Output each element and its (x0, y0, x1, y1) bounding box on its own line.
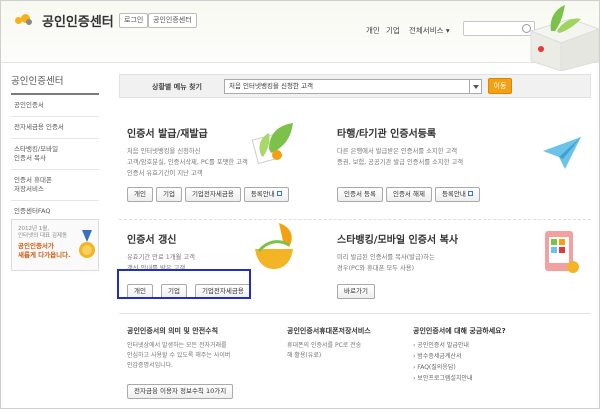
nav-personal[interactable]: 개인 (366, 25, 380, 36)
desc-line: 휴대폰의 인증서를 PC로 전송 (287, 342, 362, 349)
promo-banner[interactable]: 2012년 1월, 인터넷의 대표 김제동 공인인증서가 새롭게 다가옵니다. (11, 219, 99, 271)
guide-label: 등록안내 (250, 190, 275, 198)
bottom-safety: 공인인증서의 의미 및 안전수칙 인터넷상에서 발생하는 모든 전자거래를 안심… (127, 326, 277, 399)
go-button[interactable]: 이동 (488, 78, 512, 94)
logo[interactable]: 공인인증센터 (15, 11, 114, 30)
safety-rules-button[interactable]: 전자금융 이용자 정보수칙 10가지 (127, 384, 234, 399)
situation-label: 상황별 메뉴 찾기 (152, 83, 202, 91)
box-plant-decoration (529, 5, 599, 71)
banner-subtext: 2012년 1월, 인터넷의 대표 김제동 (18, 226, 68, 239)
bottom-faq: 공인인증서에 대해 궁금하세요? › 공인인증서 발급안내 › 범수증세금계산서… (413, 326, 583, 384)
left-nav-title: 공인인증센터 (11, 73, 99, 95)
card-copy-title: 스타뱅킹/모바일 인증서 복사 (337, 235, 459, 246)
center-button[interactable]: 공인인증센터 (148, 13, 197, 28)
header: 공인인증센터 로그인 공인인증센터 개인 기업 전체서비스 ▾ (1, 1, 599, 71)
left-nav-item[interactable]: 스타뱅킹/모바일 인증서 복사 (11, 139, 99, 170)
mobile-phone-illustration (545, 231, 579, 273)
card-other-desc: 다른 은행에서 발급받은 인증서를 소지한 고객 증권, 보험, 공공기관 발급… (337, 146, 537, 168)
desc-line: 증권, 보험, 공공기관 발급 인증서를 소지한 고객 (337, 159, 464, 166)
card-copy-desc: 미리 발급된 인증서를 복사(발급)하는 경우(PC와 휴대폰 모두 사용) (337, 252, 537, 274)
desc-line: 경우(PC와 휴대폰 모두 사용) (337, 265, 415, 272)
banner-headline: 공인인증서가 새롭게 다가옵니다. (18, 242, 71, 259)
section-divider (119, 219, 591, 220)
left-nav-item[interactable]: 전자세금용 인증서 (11, 117, 99, 139)
card-issue-buttons: 개인 기업 기업전자세금용 등록안내 (127, 181, 292, 202)
other-guide-button[interactable]: 등록안내 (434, 187, 480, 202)
safety-desc: 인터넷상에서 발생하는 모든 전자거래를 안심하고 사용할 수 있도록 해주는 … (127, 341, 277, 371)
release-cert-button[interactable]: 인증서 해제 (385, 187, 432, 202)
card-copy: 스타뱅킹/모바일 인증서 복사 미리 발급된 인증서를 복사(발급)하는 경우(… (337, 231, 537, 274)
logo-title: 공인인증센터 (42, 15, 114, 30)
desc-line: 인터넷상에서 발생하는 모든 전자거래를 (127, 342, 227, 349)
kb-star-icon (15, 13, 35, 29)
desc-line: 다른 은행에서 발급받은 인증서를 소지한 고객 (337, 148, 458, 155)
certificate-leaf-illustration (251, 123, 293, 165)
left-nav: 공인인증센터 공인인증서 전자세금용 인증서 스타뱅킹/모바일 인증서 복사 인… (11, 73, 99, 223)
issue-guide-button[interactable]: 등록안내 (243, 187, 289, 202)
issue-personal-button[interactable]: 개인 (127, 187, 153, 202)
bottom-divider (119, 313, 591, 314)
faq-title: 공인인증서에 대해 궁금하세요? (413, 327, 506, 335)
desc-line: 인감증명서입니다. (127, 362, 174, 369)
desc-line: 인증서 유효기간이 지난 고객 (127, 170, 203, 177)
issue-tax-button[interactable]: 기업전자세금용 (184, 187, 241, 202)
phone-storage-desc: 휴대폰의 인증서를 PC로 전송 해 활용(유료) (287, 341, 407, 361)
desc-line: 해 활용(유료) (287, 352, 322, 359)
card-other-bank: 타행/타기관 인증서등록 다른 은행에서 발급받은 인증서를 소지한 고객 증권… (337, 125, 537, 168)
go-now-button[interactable]: 바로가기 (337, 284, 375, 299)
page: 공인인증센터 로그인 공인인증센터 개인 기업 전체서비스 ▾ 공인인증센터 공… (0, 0, 600, 409)
faq-link[interactable]: › 범수증세금계산서 (413, 351, 583, 362)
faq-link[interactable]: › 공인인증서 발급안내 (413, 340, 583, 351)
external-link-icon (467, 191, 473, 196)
nav-all-services[interactable]: 전체서비스 ▾ (409, 25, 450, 36)
medal-icon (79, 230, 95, 258)
left-nav-item[interactable]: 인증서 휴대폰 저장서비스 (11, 170, 99, 201)
card-other-buttons: 인증서 등록 인증서 해제 등록안내 (337, 181, 483, 202)
faq-link[interactable]: › FAQ(질의응답) (413, 362, 583, 373)
paper-plane-illustration (543, 137, 581, 169)
external-link-icon (276, 191, 282, 196)
card-other-title: 타행/타기관 인증서등록 (337, 129, 437, 140)
chevron-down-icon[interactable] (469, 80, 481, 93)
teapot-cup-illustration (255, 223, 293, 269)
phone-storage-title[interactable]: 공인인증서휴대폰저장서비스 (287, 326, 407, 336)
highlight-box (117, 269, 251, 299)
desc-line: 안심하고 사용할 수 있도록 해주는 사이버 (127, 352, 231, 359)
faq-link[interactable]: › 보안프로그램설치안내 (413, 373, 583, 384)
card-copy-buttons: 바로가기 (337, 278, 378, 299)
safety-title[interactable]: 공인인증서의 의미 및 안전수칙 (127, 326, 277, 336)
situation-select[interactable]: 처음 인터넷뱅킹을 신청한 고객 (224, 79, 482, 94)
situation-selected-value: 처음 인터넷뱅킹을 신청한 고객 (229, 82, 313, 90)
login-button[interactable]: 로그인 (119, 13, 149, 28)
guide-label: 등록안내 (441, 190, 466, 198)
bottom-phone-storage: 공인인증서휴대폰저장서비스 휴대폰의 인증서를 PC로 전송 해 활용(유료) (287, 326, 407, 361)
situation-menu-bar: 상황별 메뉴 찾기 처음 인터넷뱅킹을 신청한 고객 이동 (119, 74, 591, 98)
desc-line: 미리 발급된 인증서를 복사(발급)하는 (337, 254, 435, 261)
issue-business-button[interactable]: 기업 (155, 187, 182, 202)
faq-links: › 공인인증서 발급안내 › 범수증세금계산서 › FAQ(질의응답) › 보안… (413, 340, 583, 384)
left-nav-item[interactable]: 공인인증서 (11, 95, 99, 117)
nav-business[interactable]: 기업 (386, 25, 400, 36)
register-cert-button[interactable]: 인증서 등록 (337, 187, 383, 202)
